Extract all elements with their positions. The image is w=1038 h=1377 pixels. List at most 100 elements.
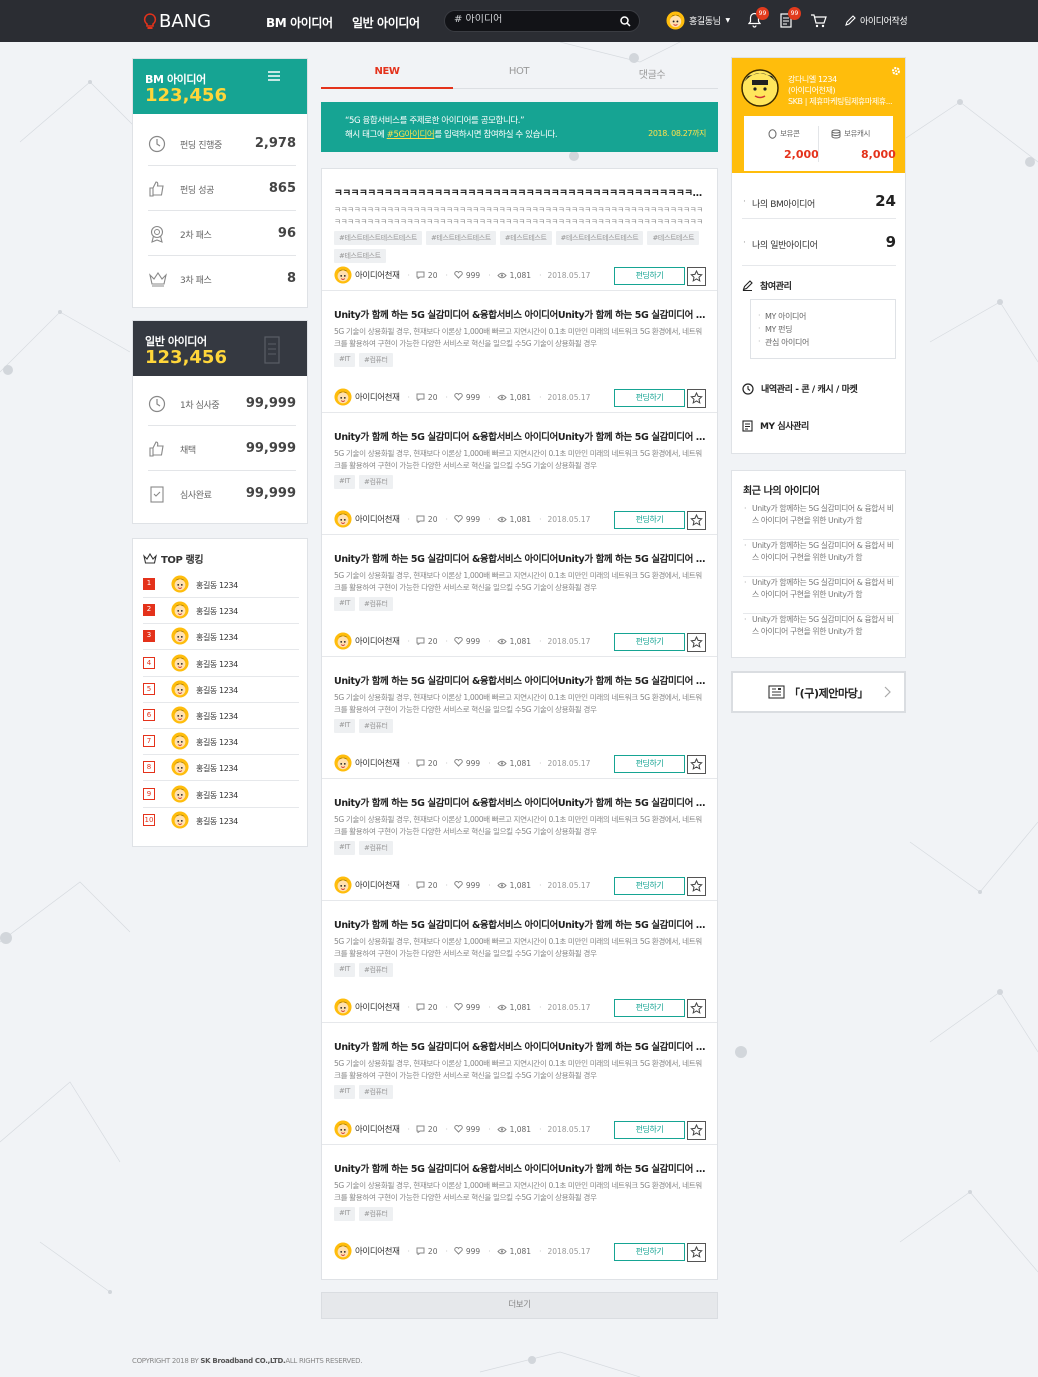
post-author[interactable]: 아이디어천재	[355, 757, 400, 769]
post-title[interactable]: Unity가 함께 하는 5G 실감미디어 &융합서비스 아이디어Unity가 …	[334, 1039, 706, 1053]
fund-button[interactable]: 펀딩하기	[614, 999, 685, 1017]
hashtag[interactable]: #컴퓨터	[359, 353, 393, 367]
bookmark-button[interactable]	[687, 755, 706, 774]
hashtag[interactable]: #테스트테스트	[647, 231, 700, 245]
hashtag[interactable]: #IT	[334, 841, 356, 855]
post-item[interactable]: Unity가 함께 하는 5G 실감미디어 &융합서비스 아이디어Unity가 …	[322, 1145, 717, 1267]
tab-comments[interactable]: 댓글수	[586, 66, 718, 81]
ranking-row[interactable]: 8 홍길동 1234	[143, 755, 299, 782]
post-item[interactable]: Unity가 함께 하는 5G 실감미디어 &융합서비스 아이디어Unity가 …	[322, 413, 717, 535]
bookmark-button[interactable]	[687, 389, 706, 408]
post-title[interactable]: Unity가 함께 하는 5G 실감미디어 &융합서비스 아이디어Unity가 …	[334, 917, 706, 931]
fund-button[interactable]: 펀딩하기	[614, 267, 685, 285]
hashtag[interactable]: #컴퓨터	[359, 963, 393, 977]
ranking-row[interactable]: 9 홍길동 1234	[143, 782, 299, 808]
cart-icon[interactable]	[810, 13, 827, 28]
history-menu[interactable]: 내역관리 - 콘 / 캐시 / 마켓	[742, 382, 858, 395]
hashtag[interactable]: #테스트테스트테스트테스트	[334, 231, 422, 245]
review-menu[interactable]: MY 심사관리	[742, 419, 809, 432]
hashtag[interactable]: #IT	[334, 475, 356, 489]
my-general-ideas-row[interactable]: 나의 일반아이디어 9	[742, 223, 896, 266]
bookmark-button[interactable]	[687, 1243, 706, 1262]
hashtag[interactable]: #컴퓨터	[359, 1085, 393, 1099]
recent-idea-item[interactable]: Unity가 함께하는 5G 실감미디어 & 융합서 비스 아이디어 구현을 위…	[743, 614, 899, 651]
post-title[interactable]: Unity가 함께 하는 5G 실감미디어 &융합서비스 아이디어Unity가 …	[334, 307, 706, 321]
recent-idea-item[interactable]: Unity가 함께하는 5G 실감미디어 & 융합서 비스 아이디어 구현을 위…	[743, 577, 899, 614]
fund-button[interactable]: 펀딩하기	[614, 633, 685, 651]
nav-bm-idea[interactable]: BM 아이디어	[266, 14, 333, 31]
hashtag[interactable]: #컴퓨터	[359, 719, 393, 733]
hashtag[interactable]: #컴퓨터	[359, 1207, 393, 1221]
ranking-row[interactable]: 1 홍길동 1234	[143, 572, 299, 598]
search-input[interactable]	[454, 14, 614, 25]
bookmark-button[interactable]	[687, 267, 706, 286]
stat-row[interactable]: 펀딩 성공 865	[148, 167, 296, 211]
post-item[interactable]: Unity가 함께 하는 5G 실감미디어 &융합서비스 아이디어Unity가 …	[322, 779, 717, 901]
post-author[interactable]: 아이디어천재	[355, 513, 400, 525]
post-item[interactable]: Unity가 함께 하는 5G 실감미디어 &융합서비스 아이디어Unity가 …	[322, 535, 717, 657]
post-author[interactable]: 아이디어천재	[355, 1245, 400, 1257]
post-title[interactable]: Unity가 함께 하는 5G 실감미디어 &융합서비스 아이디어Unity가 …	[334, 429, 706, 443]
post-title[interactable]: Unity가 함께 하는 5G 실감미디어 &융합서비스 아이디어Unity가 …	[334, 1161, 706, 1175]
tab-new[interactable]: NEW	[321, 66, 453, 77]
post-title[interactable]: Unity가 함께 하는 5G 실감미디어 &융합서비스 아이디어Unity가 …	[334, 551, 706, 565]
hashtag[interactable]: #테스트테스트테스트테스트	[555, 231, 644, 245]
recent-idea-item[interactable]: Unity가 함께하는 5G 실감미디어 & 융합서 비스 아이디어 구현을 위…	[743, 503, 899, 540]
ranking-row[interactable]: 5 홍길동 1234	[143, 677, 299, 703]
ranking-row[interactable]: 4 홍길동 1234	[143, 651, 299, 677]
coin-value[interactable]: 2,000	[784, 148, 819, 161]
legacy-proposal-link[interactable]: 「(구)제안마당」	[731, 671, 906, 713]
bookmark-button[interactable]	[687, 1121, 706, 1140]
ranking-row[interactable]: 6 홍길동 1234	[143, 703, 299, 729]
ranking-row[interactable]: 2 홍길동 1234	[143, 598, 299, 625]
ranking-row[interactable]: 7 홍길동 1234	[143, 729, 299, 756]
bookmark-button[interactable]	[687, 511, 706, 530]
fund-button[interactable]: 펀딩하기	[614, 755, 685, 773]
post-item[interactable]: Unity가 함께 하는 5G 실감미디어 &융합서비스 아이디어Unity가 …	[322, 657, 717, 779]
banner-hashtag[interactable]: #5G아이디어	[387, 130, 435, 140]
submenu-my-funding[interactable]: MY 펀딩	[758, 324, 792, 335]
hashtag[interactable]: #IT	[334, 1085, 356, 1099]
ranking-row[interactable]: 3 홍길동 1234	[143, 624, 299, 651]
post-title[interactable]: Unity가 함께 하는 5G 실감미디어 &융합서비스 아이디어Unity가 …	[334, 673, 706, 687]
post-item[interactable]: ㅋㅋㅋㅋㅋㅋㅋㅋㅋㅋㅋㅋㅋㅋㅋㅋㅋㅋㅋㅋㅋㅋㅋㅋㅋㅋㅋㅋㅋㅋㅋㅋㅋㅋㅋㅋㅋㅋㅋㅋ…	[322, 169, 717, 291]
post-author[interactable]: 아이디어천재	[355, 1001, 400, 1013]
cash-value[interactable]: 8,000	[861, 148, 896, 161]
hashtag[interactable]: #컴퓨터	[359, 841, 393, 855]
submenu-my-idea[interactable]: MY 아이디어	[758, 311, 806, 322]
bookmark-button[interactable]	[687, 877, 706, 896]
menu-icon[interactable]	[268, 71, 280, 81]
hashtag[interactable]: #IT	[334, 963, 356, 977]
hashtag[interactable]: #IT	[334, 597, 356, 611]
hashtag[interactable]: #테스트테스트	[499, 231, 552, 245]
logo[interactable]: BANG	[143, 11, 211, 32]
my-bm-ideas-row[interactable]: 나의 BM아이디어 24	[742, 182, 896, 219]
post-title[interactable]: Unity가 함께 하는 5G 실감미디어 &융합서비스 아이디어Unity가 …	[334, 795, 706, 809]
hashtag[interactable]: #컴퓨터	[359, 475, 393, 489]
fund-button[interactable]: 펀딩하기	[614, 389, 685, 407]
post-author[interactable]: 아이디어천재	[355, 391, 400, 403]
fund-button[interactable]: 펀딩하기	[614, 1121, 685, 1139]
stat-row[interactable]: 1차 심사중 99,999	[148, 382, 296, 426]
post-item[interactable]: Unity가 함께 하는 5G 실감미디어 &융합서비스 아이디어Unity가 …	[322, 291, 717, 413]
stat-row[interactable]: 채택 99,999	[148, 427, 296, 471]
post-title[interactable]: ㅋㅋㅋㅋㅋㅋㅋㅋㅋㅋㅋㅋㅋㅋㅋㅋㅋㅋㅋㅋㅋㅋㅋㅋㅋㅋㅋㅋㅋㅋㅋㅋㅋㅋㅋㅋㅋㅋㅋㅋ…	[334, 185, 706, 199]
user-menu[interactable]: 홍길동님 ▼	[666, 11, 730, 30]
load-more-button[interactable]: 더보기	[321, 1292, 718, 1319]
post-author[interactable]: 아이디어천재	[355, 1123, 400, 1135]
gear-icon[interactable]	[891, 66, 901, 76]
submenu-interest-idea[interactable]: 관심 아이디어	[758, 337, 809, 348]
post-author[interactable]: 아이디어천재	[355, 635, 400, 647]
stat-row[interactable]: 심사완료 99,999	[148, 472, 296, 516]
search-icon[interactable]	[620, 16, 631, 27]
hashtag[interactable]: #IT	[334, 353, 356, 367]
bookmark-button[interactable]	[687, 633, 706, 652]
hashtag[interactable]: #테스트테스트테스트	[425, 231, 496, 245]
post-item[interactable]: Unity가 함께 하는 5G 실감미디어 &융합서비스 아이디어Unity가 …	[322, 901, 717, 1023]
fund-button[interactable]: 펀딩하기	[614, 1243, 685, 1261]
stat-row[interactable]: 펀딩 진행중 2,978	[148, 122, 296, 166]
recent-idea-item[interactable]: Unity가 함께하는 5G 실감미디어 & 융합서 비스 아이디어 구현을 위…	[743, 540, 899, 577]
stat-row[interactable]: 2차 패스 96	[148, 212, 296, 256]
hashtag[interactable]: #컴퓨터	[359, 597, 393, 611]
hashtag[interactable]: #IT	[334, 719, 356, 733]
